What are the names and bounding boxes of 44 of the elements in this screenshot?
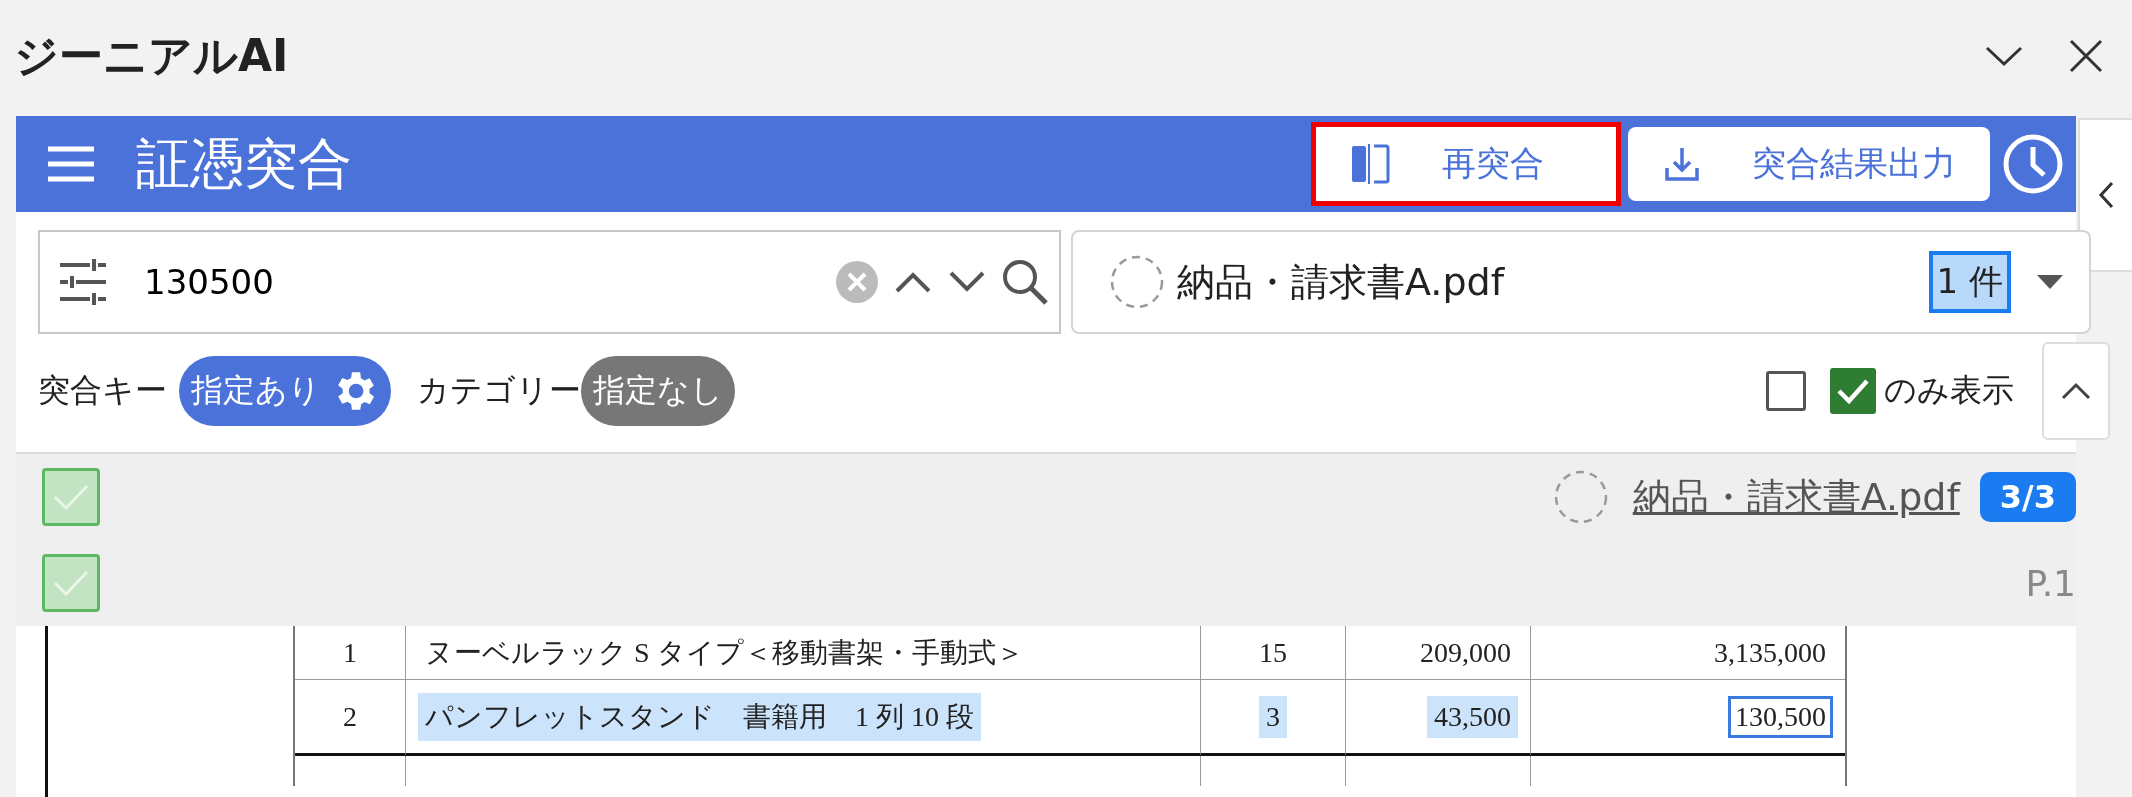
menu-icon[interactable]: [46, 146, 96, 182]
checkbox[interactable]: [42, 468, 100, 526]
document-cell-text: 3,135,000: [1713, 635, 1827, 670]
dropdown-caret-icon[interactable]: [2035, 273, 2065, 291]
close-icon[interactable]: [2068, 38, 2104, 74]
filter-sliders-icon[interactable]: [58, 257, 108, 307]
document-cell-text: 2: [342, 699, 358, 734]
checkbox-label: のみ表示: [1884, 370, 2014, 411]
file-select[interactable]: 納品・請求書A.pdf 1 件: [1071, 230, 2091, 334]
checkbox[interactable]: [1766, 371, 1806, 411]
file-name: 納品・請求書A.pdf: [1177, 258, 1506, 306]
filter-chip[interactable]: 指定あり: [179, 356, 391, 426]
filter-label: 突合キー: [38, 370, 167, 411]
match-count: 1 件: [1928, 251, 2011, 313]
page-title: 証憑突合: [136, 130, 353, 197]
document-cell: 3: [1259, 695, 1287, 738]
split-page-icon: [1350, 142, 1390, 186]
filter-label: カテゴリー: [417, 370, 581, 411]
page-count-badge: 3/3: [1979, 472, 2076, 522]
document-cell: 130,500: [1728, 695, 1833, 738]
checkmark-icon: [51, 482, 91, 512]
clock-icon[interactable]: [2002, 133, 2064, 195]
document-cell-text: 209,000: [1419, 635, 1512, 670]
checkbox[interactable]: [1830, 368, 1876, 414]
export-button[interactable]: 突合結果出力: [1628, 127, 1990, 201]
document-cell: 43,500: [1427, 695, 1518, 738]
checkmark-icon: [51, 568, 91, 598]
page-number: P.1: [2025, 562, 2076, 604]
checkbox[interactable]: [42, 554, 100, 612]
dashed-circle-icon: [1109, 254, 1165, 310]
dashed-circle-icon: [1552, 469, 1609, 525]
search-icon[interactable]: [1001, 258, 1049, 306]
chevron-down-icon[interactable]: [1984, 44, 2024, 68]
window-title: ジーニアルAI: [14, 28, 290, 83]
file-link[interactable]: 納品・請求書A.pdf: [1632, 471, 1960, 523]
search-bar[interactable]: 130500: [38, 230, 1061, 334]
chevron-up-icon: [2060, 381, 2092, 401]
document-cell-text: 15: [1258, 635, 1288, 670]
document-cell-text: 1: [342, 635, 358, 670]
filter-chip[interactable]: 指定なし: [581, 356, 735, 426]
chevron-left-icon: [2097, 180, 2115, 210]
checkmark-icon: [1836, 377, 1870, 405]
document-cell-text: ヌーベルラック S タイプ＜移動書架・手動式＞: [424, 635, 1025, 670]
document-cell: パンフレットスタンド 書籍用 1 列 10 段: [418, 692, 981, 741]
